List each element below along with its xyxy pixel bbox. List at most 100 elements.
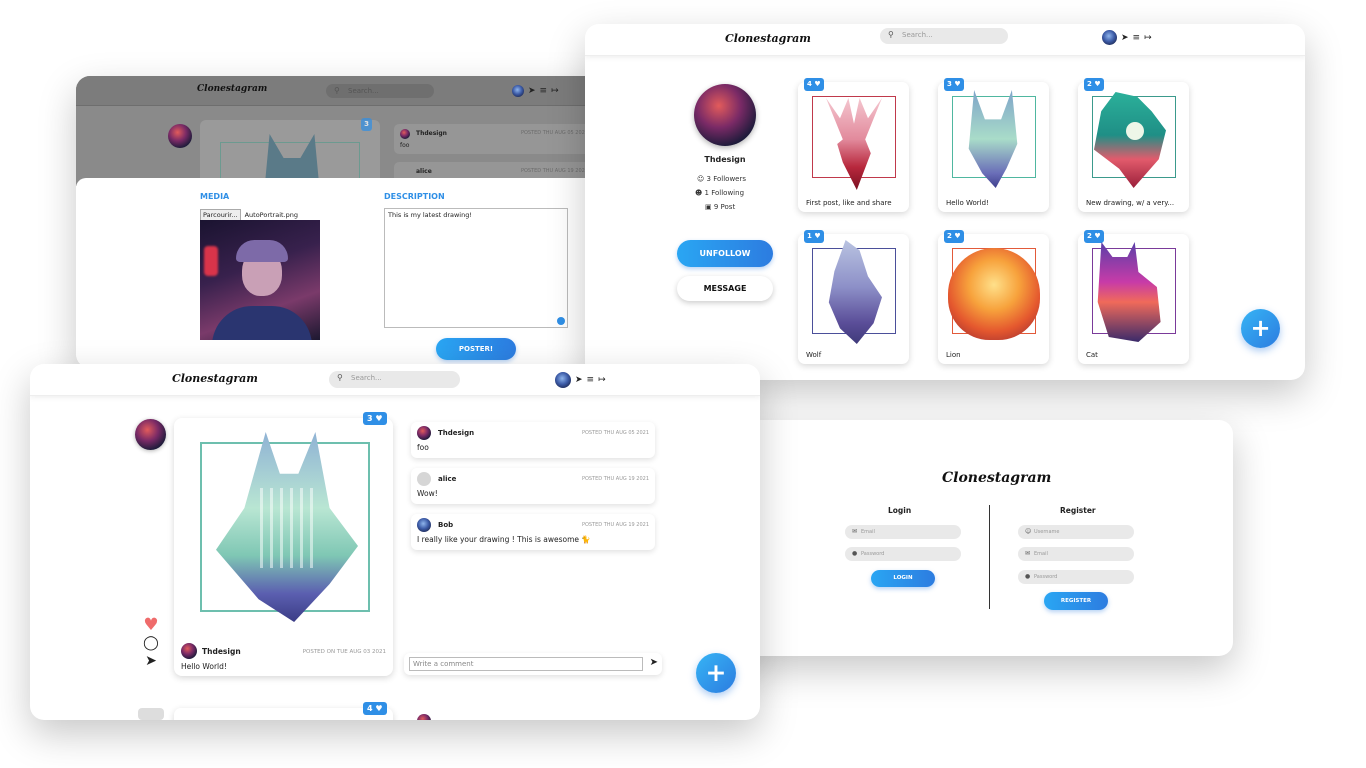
comment-author[interactable]: alice — [438, 475, 456, 483]
like-badge: 4 ♥ — [363, 702, 387, 715]
media-label: MEDIA — [200, 192, 230, 201]
grid-post[interactable]: 2 ♥ Cat — [1078, 230, 1189, 364]
post-caption: New drawing, w/ a very... — [1086, 199, 1175, 207]
search-icon: ⚲ — [888, 30, 894, 39]
like-badge: 4 ♥ — [804, 78, 824, 91]
forest-lines — [260, 488, 320, 568]
heart-icon: ♥ — [814, 232, 821, 240]
logo[interactable]: Clonestagram — [725, 32, 811, 45]
login-title: Login — [888, 506, 912, 515]
like-badge: 2 ♥ — [1084, 78, 1104, 91]
heart-icon: ♥ — [375, 414, 383, 423]
preview-body — [212, 306, 312, 340]
user-icon: ☺ — [1025, 528, 1032, 535]
login-window: Clonestagram Login ✉ Email ● Password LOGI… — [720, 420, 1233, 656]
avatar[interactable] — [1102, 30, 1117, 45]
lion-art — [948, 248, 1040, 340]
post-caption: First post, like and share — [806, 199, 892, 207]
preview-lantern — [204, 246, 218, 276]
comment-author[interactable]: Bob — [438, 521, 453, 529]
user-icon: ☺ — [697, 175, 705, 183]
sliders-icon[interactable]: ≡ — [587, 375, 595, 385]
login-button[interactable]: LOGIN — [871, 570, 935, 587]
avatar[interactable] — [512, 85, 524, 97]
search-input[interactable]: ⚲ Search... — [326, 84, 434, 98]
description-textarea[interactable]: This is my latest drawing! — [384, 208, 568, 328]
register-button[interactable]: REGISTER — [1044, 592, 1108, 610]
heart-icon: ♥ — [814, 80, 821, 88]
sliders-icon[interactable]: ≡ — [1133, 33, 1141, 43]
post-date: POSTED ON TUE AUG 03 2021 — [302, 649, 386, 655]
send-icon[interactable]: ➤ — [575, 375, 583, 385]
lock-icon: ● — [1025, 573, 1031, 580]
author-avatar[interactable] — [135, 419, 166, 450]
post-caption: Wolf — [806, 351, 822, 359]
post-author[interactable]: Thdesign — [202, 647, 241, 656]
new-post-button[interactable]: + — [696, 653, 736, 693]
comment-author: Thdesign — [416, 130, 447, 137]
send-icon[interactable]: ➤ — [1121, 33, 1129, 43]
send-icon[interactable]: ➤ — [141, 652, 161, 670]
logo[interactable]: Clonestagram — [172, 372, 258, 385]
grid-post[interactable]: 3 ♥ Hello World! — [938, 78, 1049, 212]
comment-author[interactable]: Thdesign — [438, 429, 474, 437]
logo: Clonestagram — [197, 84, 268, 94]
comment-avatar — [417, 426, 431, 440]
register-password-field[interactable]: ● Password — [1018, 570, 1134, 584]
comment-text: I really like your drawing ! This is awe… — [417, 535, 591, 544]
posts-stat: ▣ 9 Post — [705, 203, 735, 211]
message-button[interactable]: MESSAGE — [677, 276, 773, 301]
heart-icon[interactable]: ♥ — [141, 616, 161, 634]
comment-composer: Write a comment ➤ — [404, 653, 662, 675]
unfollow-button[interactable]: UNFOLLOW — [677, 240, 773, 267]
heart-icon: ♥ — [1094, 232, 1101, 240]
grid-post[interactable]: 1 ♥ Wolf — [798, 230, 909, 364]
author-avatar — [168, 124, 192, 148]
sliders-icon[interactable]: ≡ — [540, 86, 548, 96]
post-caption: Lion — [946, 351, 961, 359]
logout-icon[interactable]: ↦ — [1144, 33, 1152, 43]
top-nav: Clonestagram ⚲ Search... ➤ ≡ ↦ — [30, 364, 760, 396]
preview-cap — [236, 240, 288, 262]
password-field[interactable]: ● Password — [845, 547, 961, 561]
heart-icon: ♥ — [954, 80, 961, 88]
avatar[interactable] — [555, 372, 571, 388]
profile-username: Thdesign — [704, 155, 746, 164]
new-post-button[interactable]: + — [1241, 309, 1280, 348]
following-stat[interactable]: ☻ 1 Following — [695, 189, 744, 197]
comment-input[interactable]: Write a comment — [409, 657, 643, 671]
logout-icon[interactable]: ↦ — [551, 86, 559, 96]
register-title: Register — [1060, 506, 1096, 515]
send-icon[interactable]: ➤ — [650, 657, 658, 668]
comment-placeholder: Write a comment — [413, 660, 474, 668]
comment-date: POSTED THU AUG 19 2021 — [520, 168, 588, 174]
grid-post[interactable]: 2 ♥ Lion — [938, 230, 1049, 364]
followers-stat[interactable]: ☺ 3 Followers — [697, 175, 746, 183]
register-email-field[interactable]: ✉ Email — [1018, 547, 1134, 561]
post-caption: Hello World! — [181, 662, 227, 671]
comment-date: POSTED THU AUG 19 2021 — [581, 522, 649, 528]
comment-date: POSTED THU AUG 19 2021 — [581, 476, 649, 482]
search-placeholder: Search... — [902, 31, 933, 39]
grid-post[interactable]: 4 ♥ First post, like and share — [798, 78, 909, 212]
search-input[interactable]: ⚲ Search... — [880, 28, 1008, 44]
comment-avatar — [417, 518, 431, 532]
profile-avatar — [694, 84, 756, 146]
username-field[interactable]: ☺ Username — [1018, 525, 1134, 539]
like-badge: 3 ♥ — [944, 78, 964, 91]
description-value: This is my latest drawing! — [388, 211, 472, 219]
grid-post[interactable]: 2 ♥ New drawing, w/ a very... — [1078, 78, 1189, 212]
post-button[interactable]: POSTER! — [436, 338, 516, 360]
moon-art — [1126, 122, 1144, 140]
comment-icon[interactable]: ◯ — [141, 634, 161, 652]
heart-icon: ♥ — [375, 704, 383, 713]
email-field[interactable]: ✉ Email — [845, 525, 961, 539]
post-actions: ♥ ◯ ➤ — [141, 616, 161, 670]
author-small-avatar — [181, 643, 197, 659]
comment-item: alice POSTED THU AUG 19 2021 Wow! — [411, 468, 655, 504]
send-icon[interactable]: ➤ — [528, 86, 536, 96]
logout-icon[interactable]: ↦ — [598, 375, 606, 385]
search-input[interactable]: ⚲ Search... — [329, 371, 460, 388]
post-window: Clonestagram ⚲ Search... ➤ ≡ ↦ 3 ♥ Thdesi… — [30, 364, 760, 720]
file-name: AutoPortrait.png — [244, 211, 299, 219]
